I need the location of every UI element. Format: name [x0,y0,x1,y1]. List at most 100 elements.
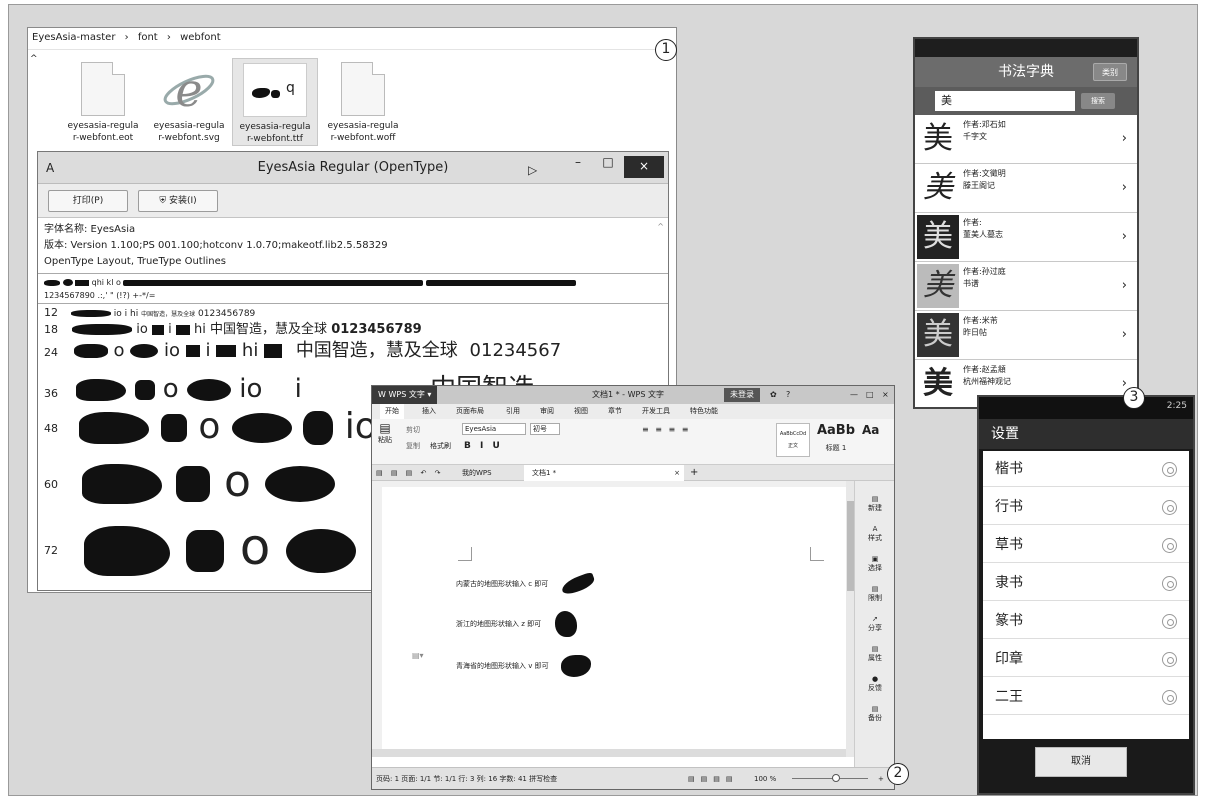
search-button[interactable]: 搜索 [1081,93,1115,109]
format-buttons[interactable]: B I U [464,441,503,451]
document-icon [81,62,125,116]
radio-icon[interactable] [1162,614,1177,629]
tab-my-wps[interactable]: 我的WPS [462,465,492,481]
tab-review[interactable]: 审阅 [540,404,554,419]
horizontal-scrollbar[interactable] [372,749,856,757]
login-button[interactable]: 未登录 [724,388,760,402]
wps-app-menu[interactable]: W WPS 文字 ▾ [372,386,438,404]
calligraphy-image: 美 [923,170,953,205]
close-button[interactable]: × [624,156,664,178]
file-ttf[interactable]: q eyesasia-regula r-webfont.ttf [232,58,318,146]
option-caoshu[interactable]: 草书 [983,527,1189,563]
side-select-button[interactable]: ▣ 选择 [858,555,892,573]
view-buttons[interactable]: ▤▤▤▤ [688,768,738,790]
breadcrumb-item[interactable]: font [138,32,158,43]
tab-chapter[interactable]: 章节 [608,404,622,419]
toolbar: 打印(P) ⛨ 安装(I) [38,184,668,218]
font-select[interactable]: EyesAsia [462,423,526,435]
category-button[interactable]: 类别 [1093,63,1127,81]
tab-layout[interactable]: 页面布局 [456,404,484,419]
app-title: 书法字典 [998,64,1054,80]
option-lishu[interactable]: 隶书 [983,565,1189,601]
close-tab-icon[interactable]: × [674,465,680,481]
zoom-slider[interactable] [792,778,868,779]
radio-icon[interactable] [1162,538,1177,553]
paste-button[interactable]: ▤ 粘贴 [378,421,392,445]
radio-icon[interactable] [1162,576,1177,591]
option-zhuanshu[interactable]: 篆书 [983,603,1189,639]
quick-access-toolbar[interactable]: ▤ ▤ ▤ ↶ ↷ [376,465,443,481]
tab-document-1[interactable]: 文档1 * × [524,465,684,481]
close-button[interactable]: × [882,386,889,404]
result-item[interactable]: 美 作者:邓石如 千字文 › [915,115,1137,164]
radio-icon[interactable] [1162,500,1177,515]
new-tab-button[interactable]: + [690,465,698,481]
calligraphy-image: 美 [923,121,953,156]
copy-button[interactable]: 复制 [406,441,420,451]
side-restrict-button[interactable]: ▤ 限制 [858,585,892,603]
side-feedback-button[interactable]: ● 反馈 [858,675,892,693]
minimize-button[interactable]: – [566,152,590,174]
breadcrumb-item[interactable]: webfont [180,32,221,43]
zoom-slider-thumb[interactable] [832,774,840,782]
scroll-up-arrow-icon[interactable]: ^ [30,54,38,64]
zoom-in-button[interactable]: + [878,768,884,790]
result-item[interactable]: 美 作者:米芾 昨日帖 › [915,311,1137,360]
result-item[interactable]: 美 作者: 董美人墓志 › [915,213,1137,262]
file-svg[interactable]: e eyesasia-regula r-webfont.svg [146,58,232,144]
result-item[interactable]: 美 作者:孙过庭 书谱 › [915,262,1137,311]
tab-developer[interactable]: 开发工具 [642,404,670,419]
tab-insert[interactable]: 插入 [422,404,436,419]
radio-icon[interactable] [1162,690,1177,705]
skin-icon[interactable]: ✿ [770,386,777,404]
scroll-up-arrow-icon[interactable]: ^ [657,222,664,231]
maximize-button[interactable]: □ [596,152,620,174]
sample-row-24: 24 o io i hi 中国智造，慧及全球 01234567 [44,340,562,361]
style-normal[interactable]: AaBbCcDd 正文 [776,423,810,457]
side-backup-button[interactable]: ▤ 备份 [858,705,892,723]
style-heading-1[interactable]: AaBb 标题 1 [814,423,858,457]
file-eot[interactable]: eyesasia-regula r-webfont.eot [60,58,146,144]
help-icon[interactable]: ? [786,386,790,404]
radio-icon[interactable] [1162,652,1177,667]
option-erwang[interactable]: 二王 [983,679,1189,715]
install-button[interactable]: ⛨ 安装(I) [138,190,218,212]
file-woff[interactable]: eyesasia-regula r-webfont.woff [320,58,406,144]
side-share-button[interactable]: ➚ 分享 [858,615,892,633]
task-pane: ▤ 新建 A 样式 ▣ 选择 ▤ 限制 ➚ 分享 ▤ 属性 ● 反馈 ▤ 备份 [854,481,894,767]
author: 作者:赵孟頫 [963,365,1006,374]
radio-icon[interactable] [1162,462,1177,477]
option-xingshu[interactable]: 行书 [983,489,1189,525]
minimize-button[interactable]: — [850,386,858,404]
paragraph-buttons[interactable]: ≡ ≡ ≡ ≡ [642,425,690,434]
tab-features[interactable]: 特色功能 [690,404,718,419]
side-style-button[interactable]: A 样式 [858,525,892,543]
internet-explorer-icon: e [162,62,216,117]
tab-home[interactable]: 开始 [380,404,404,419]
work-title: 董美人墓志 [963,230,1003,239]
document-line: 青海省的地图形状输入 v 即可 [456,655,591,677]
badge-3: 3 [1123,387,1145,409]
document-page[interactable]: ▤▾ 内蒙古的地图形状输入 c 即可 浙江的地图形状输入 z 即可 青海省的地图… [382,487,852,755]
cancel-button[interactable]: 取消 [1035,747,1127,777]
option-seal[interactable]: 印章 [983,641,1189,677]
tab-references[interactable]: 引用 [506,404,520,419]
cut-button[interactable]: 剪切 [406,425,420,435]
style-heading-2[interactable]: Aa [862,423,879,437]
search-input[interactable]: 美 [935,91,1075,111]
breadcrumb-item[interactable]: EyesAsia-master [32,32,115,43]
tab-view[interactable]: 视图 [574,404,588,419]
result-item[interactable]: 美 作者:文徵明 滕王阁记 › [915,164,1137,213]
file-name: r-webfont.eot [72,133,134,143]
sample-row-72: 72 o [44,518,357,576]
format-painter-button[interactable]: 格式刷 [430,441,451,451]
maximize-button[interactable]: □ [866,386,874,404]
font-size-select[interactable]: 初号 [530,423,560,435]
calligraphy-image: 美 [917,215,959,259]
author: 作者:邓石如 [963,120,1006,129]
paste-icon: ▤ [379,421,391,435]
option-kaishu[interactable]: 楷书 [983,451,1189,487]
side-new-button[interactable]: ▤ 新建 [858,495,892,513]
side-properties-button[interactable]: ▤ 属性 [858,645,892,663]
print-button[interactable]: 打印(P) [48,190,128,212]
